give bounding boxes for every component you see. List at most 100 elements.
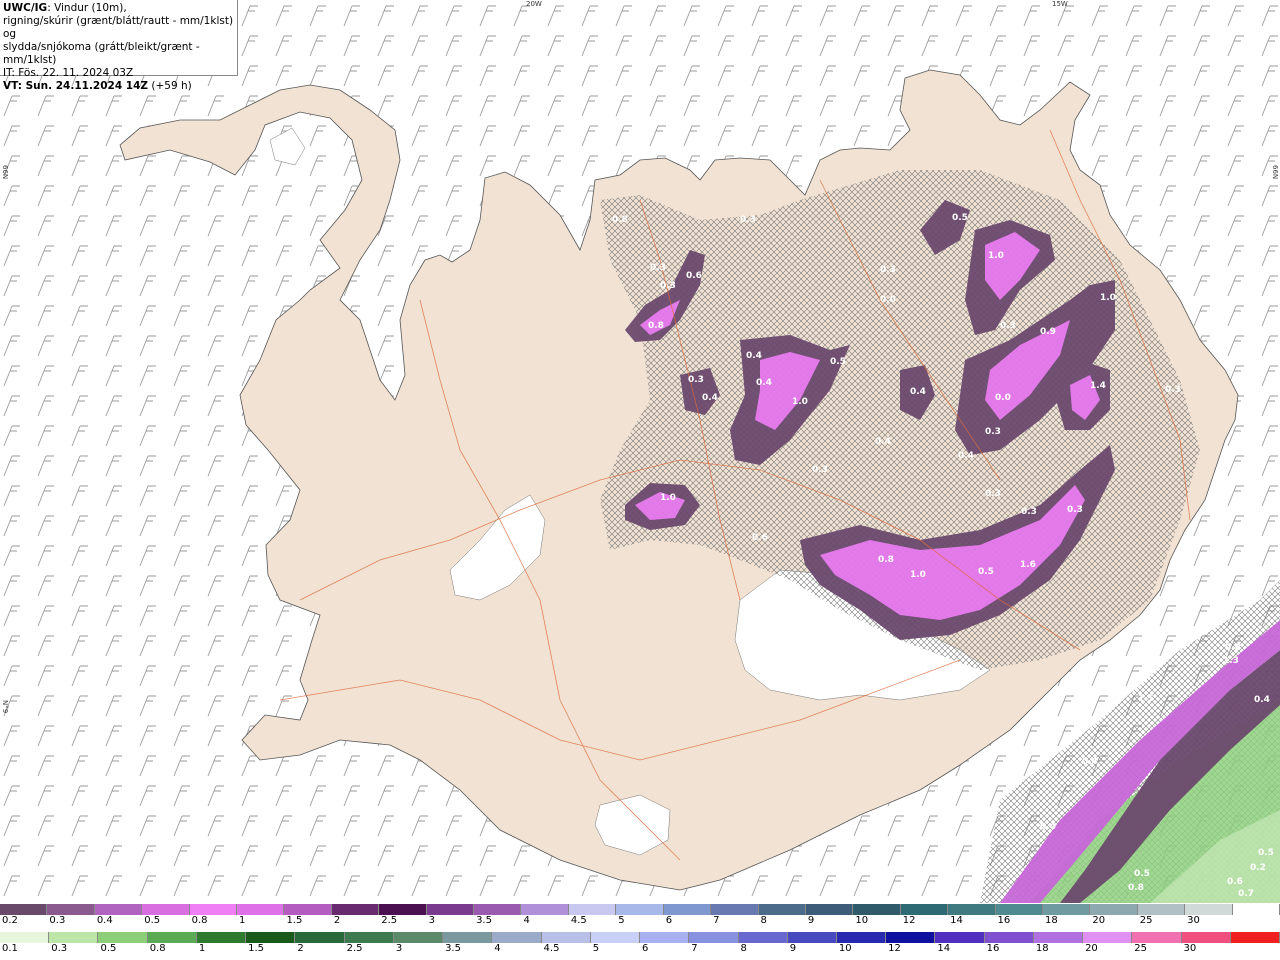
rain-scale-label: 0.5 — [100, 943, 117, 954]
rain-swatch — [1083, 932, 1133, 943]
rain-scale-label: 2.5 — [346, 943, 363, 954]
snow-scale-label: 0.4 — [96, 915, 113, 926]
snow-swatch — [0, 904, 48, 915]
rain-scale-label: 12 — [888, 943, 901, 954]
snow-scale-label: 2 — [333, 915, 341, 926]
precip-label: 0.4 — [1082, 757, 1098, 767]
rain-swatch — [344, 932, 394, 943]
snow-swatch — [900, 904, 949, 915]
snow-swatch — [426, 904, 475, 915]
snow-swatch — [711, 904, 759, 915]
snow-swatch — [284, 904, 332, 915]
rain-scale-label: 20 — [1085, 943, 1098, 954]
rain-scale-label: 4.5 — [543, 943, 560, 954]
precip-label: 0.5 — [978, 567, 994, 577]
rain-scale-label: 18 — [1035, 943, 1049, 954]
rain-swatch — [787, 932, 837, 943]
snow-swatch — [1137, 904, 1186, 915]
rain-scale-label: 1 — [198, 943, 206, 954]
precip-label: 0.6 — [1227, 877, 1243, 887]
lon-label-15w: 15W — [1052, 0, 1068, 8]
precip-label: 0.3 — [1165, 385, 1181, 395]
precip-label: 1.3 — [1223, 656, 1239, 666]
snow-swatch — [568, 904, 617, 915]
precip-label: 1.4 — [1090, 381, 1106, 391]
legend-rain: 0.1 0.3 0.5 0.8 1 1.5 2 2.5 3 3.5 4 4.5 5 6 7 8 9 10 12 14 1… — [0, 932, 1280, 956]
snow-scale-labels: 0.2 0.3 0.4 0.5 0.8 1 1.5 2 2.5 3 3.5 4 4.5 5 6 7 8 9 10 12… — [0, 915, 1280, 928]
rain-swatch — [98, 932, 148, 943]
precip-label: 0.8 — [1225, 643, 1241, 653]
snow-scale-label: 30 — [1187, 915, 1200, 926]
snow-scale-label: 14 — [950, 915, 963, 926]
lat-label-right: 66N — [1271, 165, 1279, 180]
rain-swatch — [1132, 932, 1182, 943]
snow-scale-label: 2.5 — [381, 915, 398, 926]
snow-swatch — [142, 904, 190, 915]
precip-label: 0.4 — [756, 378, 772, 388]
precip-label: 0.0 — [880, 295, 896, 305]
snow-scale-label: 1 — [239, 915, 246, 926]
rain-swatch — [147, 932, 197, 943]
precip-label: 0.0 — [995, 393, 1011, 403]
snow-swatch — [379, 904, 427, 915]
precip-label: 0.4 — [746, 351, 762, 361]
snow-scale-label: 8 — [760, 915, 767, 926]
desc-line2: rigning/skúrir (grænt/blátt/rautt - mm/1… — [3, 15, 234, 40]
lat-label-left: 66N — [1, 165, 9, 180]
precip-label: 0.5 — [1258, 848, 1274, 858]
snow-swatch — [663, 904, 712, 915]
rain-swatch — [0, 932, 50, 943]
snow-scale-label: 4 — [523, 915, 530, 926]
snow-scale-label: 25 — [1139, 915, 1153, 926]
rain-swatch — [295, 932, 345, 943]
rain-swatch — [590, 932, 641, 943]
weather-map[interactable]: 0.5 0.3 0.3 0.3 0.6 0.3 0.8 1.0 0.3 0.0 … — [0, 0, 1280, 903]
issue-time: IT: Fös. 22. 11. 2024 03Z — [3, 67, 134, 79]
snow-scale-label: 0.8 — [191, 915, 208, 926]
snow-scale-label: 10 — [855, 915, 869, 926]
rain-scale-label: 3 — [395, 943, 403, 954]
rain-scale-label: 7 — [691, 943, 698, 954]
rain-scale-label: 8 — [740, 943, 747, 954]
precip-label: 0.4 — [958, 451, 974, 461]
rain-swatch — [1230, 932, 1280, 943]
precip-label: 0.8 — [1128, 883, 1144, 893]
precip-label: 0.5 — [1134, 869, 1150, 879]
precip-label: 0.3 — [660, 281, 676, 291]
legend-snow: 0.2 0.3 0.4 0.5 0.8 1 1.5 2 2.5 3 3.5 4 4.5 5 6 7 8 9 10 12… — [0, 904, 1280, 928]
rain-scale-label: 2 — [297, 943, 304, 954]
precip-label: 0.2 — [1250, 863, 1266, 873]
lon-label-20w: 20W — [526, 0, 542, 8]
precip-label: 0.3 — [1067, 505, 1083, 515]
snow-scale-label: 3.5 — [476, 915, 492, 926]
rain-swatch — [196, 932, 247, 943]
rain-scale-label: 30 — [1183, 943, 1197, 954]
precip-label: 1.0 — [988, 251, 1004, 261]
precip-label: 0.4 — [910, 387, 926, 397]
rain-scale-label: 4 — [494, 943, 501, 954]
rain-scale-label: 9 — [789, 943, 797, 954]
rain-swatch — [886, 932, 936, 943]
rain-scale-label: 0.3 — [51, 943, 68, 954]
snow-swatch — [237, 904, 285, 915]
precip-label: 0.3 — [650, 263, 666, 273]
rain-swatch — [640, 932, 690, 943]
precip-label: 0.3 — [985, 427, 1001, 437]
precip-label: 0.7 — [1238, 889, 1254, 899]
snow-scale-label: 6 — [665, 915, 673, 926]
rain-scale-label: 10 — [838, 943, 852, 954]
snow-swatch — [47, 904, 95, 915]
valid-time: VT: Sun. 24.11.2024 14Z — [3, 80, 149, 92]
rain-swatch — [541, 932, 591, 943]
rain-scale-label: 1.5 — [248, 943, 265, 954]
rain-scale-labels: 0.1 0.3 0.5 0.8 1 1.5 2 2.5 3 3.5 4 4.5 5 6 7 8 9 10 12 14 1… — [0, 943, 1280, 956]
lead-time: (+59 h) — [151, 80, 192, 92]
snow-swatch — [995, 904, 1043, 915]
rain-swatch — [935, 932, 985, 943]
precip-label: 0.5 — [830, 357, 846, 367]
snow-scale-label: 0.2 — [2, 915, 18, 926]
snow-swatch — [1185, 904, 1233, 915]
precip-label: 1.5 — [1138, 694, 1154, 704]
snow-swatch — [521, 904, 569, 915]
precip-label: 0.3 — [740, 215, 756, 225]
